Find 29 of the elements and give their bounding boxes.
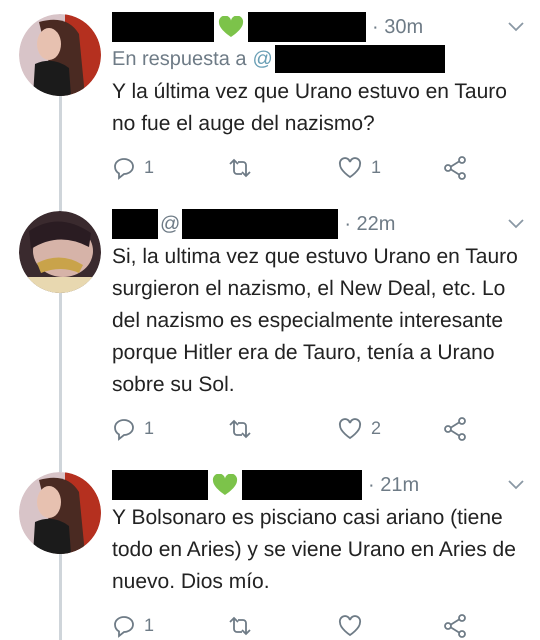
at-sign: @ xyxy=(159,212,182,237)
reply-icon[interactable] xyxy=(112,416,136,440)
like-count: 2 xyxy=(371,417,382,440)
tweet-text: Y Bolsonaro es pisciano casi ariano (tiene todo en Aries) y se viene Urano en Aries de nuevo. Dios mío. xyxy=(112,505,517,595)
like-count: 1 xyxy=(371,156,382,179)
reply-icon[interactable] xyxy=(112,614,136,638)
tweet-text: Si, la ultima vez que estuvo Urano en Tauro surgieron el nazismo, el New Deal, etc. Lo del nazismo es especialmente interesante porque Hitler era de Tauro, tenía a Urano sobre su Sol. xyxy=(112,244,519,398)
reply-icon[interactable] xyxy=(112,156,136,180)
chevron-down-icon[interactable] xyxy=(508,219,524,229)
heart-outline-icon[interactable] xyxy=(337,416,363,440)
share-icon[interactable] xyxy=(442,612,468,638)
reply-count: 1 xyxy=(144,156,154,179)
chevron-down-icon[interactable] xyxy=(508,22,524,32)
reply-count: 1 xyxy=(144,614,154,637)
chevron-down-icon[interactable] xyxy=(508,480,524,490)
timestamp: · 30m xyxy=(372,15,424,40)
mention-link[interactable]: @ xyxy=(252,44,273,74)
timestamp: · 21m xyxy=(368,473,420,498)
share-icon[interactable] xyxy=(442,154,468,180)
heart-icon xyxy=(218,16,244,38)
heart-outline-icon[interactable] xyxy=(337,156,363,180)
heart-outline-icon[interactable] xyxy=(337,614,363,638)
reply-context: En respuesta a xyxy=(112,47,247,72)
redaction-bar xyxy=(112,209,158,239)
tweet-text: Y la última vez que Urano estuvo en Tauro no fue el auge del nazismo? xyxy=(112,79,508,137)
timestamp: · 22m xyxy=(344,212,396,237)
share-icon[interactable] xyxy=(442,416,468,442)
heart-icon xyxy=(212,474,238,496)
reply-count: 1 xyxy=(144,417,154,440)
